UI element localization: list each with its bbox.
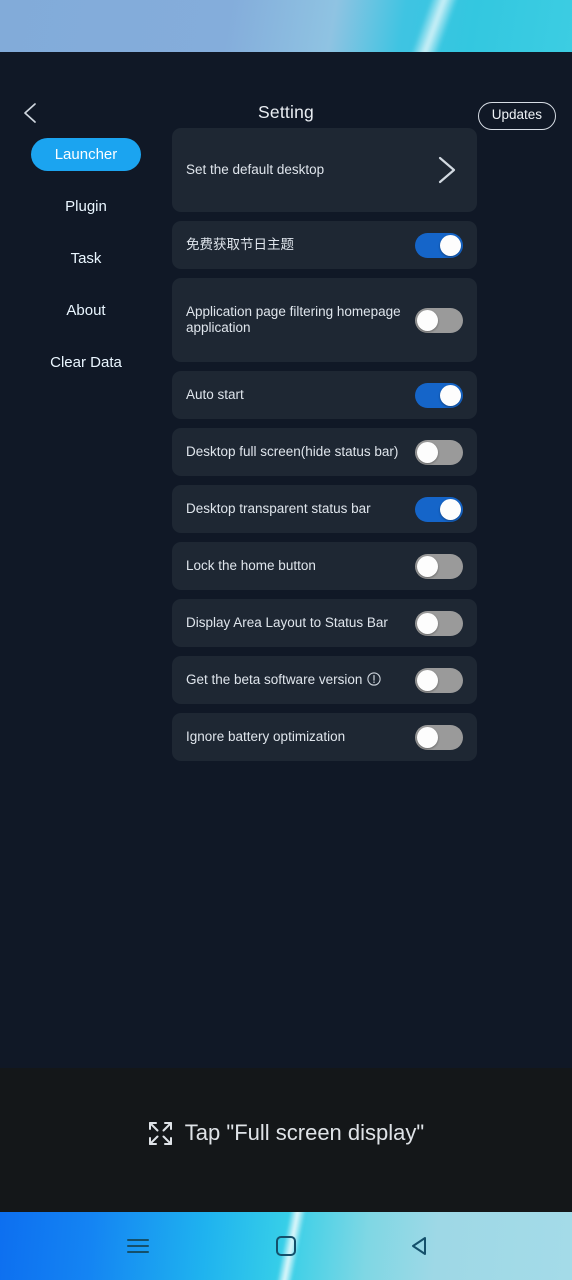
settings-app-body: Setting Updates Launcher Plugin Task Abo… <box>0 52 572 1068</box>
toggle-knob <box>417 612 438 634</box>
updates-button[interactable]: Updates <box>477 102 556 130</box>
android-nav-bar <box>0 1212 572 1280</box>
toggle-ignore-battery-optimization[interactable] <box>415 724 463 750</box>
setting-label: Desktop full screen(hide status bar) <box>186 444 399 459</box>
sidebar-item-plugin[interactable]: Plugin <box>0 180 172 232</box>
wallpaper-light-streak <box>396 0 470 52</box>
settings-list: Set the default desktop 免费获取节日主题 Applica… <box>172 128 477 770</box>
setting-label: Display Area Layout to Status Bar <box>186 615 388 630</box>
sidebar-item-clear-data[interactable]: Clear Data <box>0 336 172 388</box>
toggle-lock-home-button[interactable] <box>415 553 463 579</box>
setting-row-beta-version[interactable]: Get the beta software version <box>172 656 477 704</box>
sidebar-item-label: Launcher <box>30 137 142 171</box>
setting-row-display-area-layout[interactable]: Display Area Layout to Status Bar <box>172 599 477 647</box>
sidebar-item-label: About <box>66 301 106 319</box>
setting-label: Get the beta software version <box>186 672 363 687</box>
expand-fullscreen-icon <box>148 1121 173 1146</box>
toggle-knob <box>440 384 461 406</box>
sidebar-item-launcher[interactable]: Launcher <box>0 128 172 180</box>
toggle-holiday-theme[interactable] <box>415 232 463 258</box>
fullscreen-display-hint[interactable]: Tap "Full screen display" <box>0 1120 572 1146</box>
menu-hamburger-icon <box>127 1239 149 1253</box>
setting-row-lock-home-button[interactable]: Lock the home button <box>172 542 477 590</box>
toggle-desktop-full-screen[interactable] <box>415 439 463 465</box>
sidebar-item-label: Plugin <box>65 197 107 215</box>
setting-label: Set the default desktop <box>186 162 325 177</box>
toggle-knob <box>417 441 438 463</box>
setting-label: Lock the home button <box>186 558 316 573</box>
sidebar-nav: Launcher Plugin Task About Clear Data <box>0 128 172 388</box>
setting-row-app-page-filtering[interactable]: Application page filtering homepage appl… <box>172 278 477 362</box>
sidebar-item-task[interactable]: Task <box>0 232 172 284</box>
nav-home-button[interactable] <box>246 1212 326 1280</box>
toggle-auto-start[interactable] <box>415 382 463 408</box>
square-home-icon <box>276 1236 296 1256</box>
chevron-right-icon <box>431 151 463 189</box>
toggle-knob <box>417 555 438 577</box>
nav-back-button[interactable] <box>380 1212 460 1280</box>
setting-row-default-desktop[interactable]: Set the default desktop <box>172 128 477 212</box>
info-exclamation-icon[interactable] <box>367 672 381 686</box>
toggle-knob <box>440 498 461 520</box>
toggle-app-page-filtering[interactable] <box>415 307 463 333</box>
toggle-knob <box>417 309 438 331</box>
toggle-knob <box>417 726 438 748</box>
sidebar-item-label: Clear Data <box>50 353 122 371</box>
setting-label: Auto start <box>186 387 244 402</box>
toggle-knob <box>440 234 461 256</box>
wallpaper-top-strip <box>0 0 572 52</box>
nav-recents-button[interactable] <box>98 1212 178 1280</box>
setting-label-wrapper: Get the beta software version <box>186 672 415 688</box>
setting-row-ignore-battery-optimization[interactable]: Ignore battery optimization <box>172 713 477 761</box>
setting-label: Application page filtering homepage appl… <box>186 304 401 335</box>
sidebar-item-label: Task <box>70 249 102 267</box>
bottom-overlay: Tap "Full screen display" <box>0 1068 572 1212</box>
phone-screen: Setting Updates Launcher Plugin Task Abo… <box>0 0 572 1280</box>
toggle-transparent-status-bar[interactable] <box>415 496 463 522</box>
fullscreen-hint-text: Tap "Full screen display" <box>184 1120 425 1145</box>
toggle-beta-version[interactable] <box>415 667 463 693</box>
toggle-display-area-layout[interactable] <box>415 610 463 636</box>
setting-row-auto-start[interactable]: Auto start <box>172 371 477 419</box>
toggle-knob <box>417 669 438 691</box>
setting-label: 免费获取节日主题 <box>186 237 294 252</box>
sidebar-item-about[interactable]: About <box>0 284 172 336</box>
setting-label: Desktop transparent status bar <box>186 501 371 516</box>
app-header: Setting Updates <box>0 52 572 130</box>
triangle-back-icon <box>412 1237 426 1255</box>
setting-row-holiday-theme[interactable]: 免费获取节日主题 <box>172 221 477 269</box>
setting-label: Ignore battery optimization <box>186 729 346 744</box>
setting-row-transparent-status-bar[interactable]: Desktop transparent status bar <box>172 485 477 533</box>
setting-row-desktop-full-screen[interactable]: Desktop full screen(hide status bar) <box>172 428 477 476</box>
